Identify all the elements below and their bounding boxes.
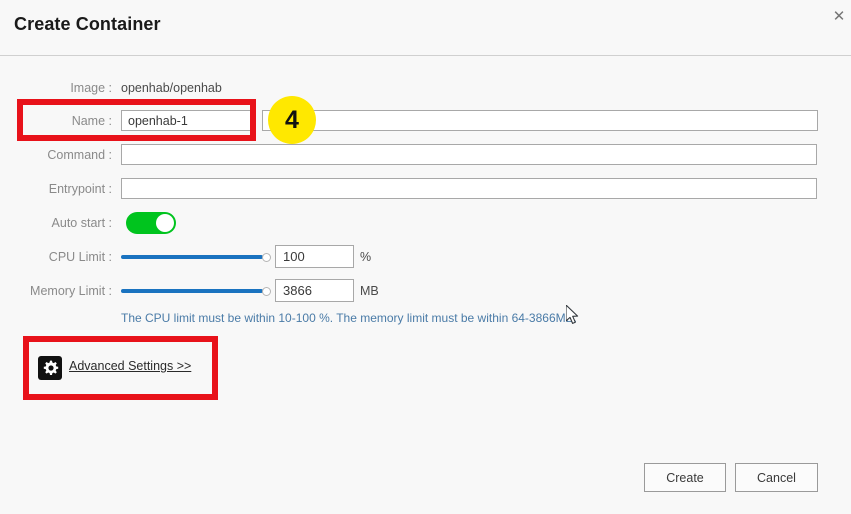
- memory-limit-unit: MB: [360, 284, 379, 298]
- limits-hint-text: The CPU limit must be within 10-100 %. T…: [121, 311, 577, 325]
- entrypoint-label: Entrypoint :: [48, 182, 112, 196]
- gear-icon: [38, 356, 62, 380]
- form-row-name-extension: [0, 108, 851, 134]
- image-label: Image :: [70, 81, 112, 95]
- entrypoint-input[interactable]: [121, 178, 817, 199]
- image-value: openhab/openhab: [121, 81, 222, 95]
- cpu-limit-slider[interactable]: [121, 253, 271, 262]
- memory-limit-input[interactable]: [275, 279, 354, 302]
- advanced-settings-label: Advanced Settings >>: [69, 359, 192, 373]
- form-row-command: Command :: [0, 142, 851, 168]
- memory-limit-slider[interactable]: [121, 287, 271, 296]
- cpu-limit-label: CPU Limit :: [48, 250, 112, 264]
- form-row-auto-start: Auto start :: [0, 210, 851, 236]
- auto-start-label: Auto start :: [51, 216, 112, 230]
- cpu-limit-unit: %: [360, 250, 372, 264]
- memory-slider-thumb[interactable]: [262, 287, 271, 296]
- cpu-limit-input[interactable]: [275, 245, 354, 268]
- create-container-dialog: Create Container ✕ Image : openhab/openh…: [0, 0, 851, 514]
- memory-slider-track: [121, 289, 263, 293]
- name-input-extension[interactable]: [262, 110, 818, 131]
- dialog-titlebar: Create Container ✕: [0, 0, 851, 56]
- form-row-image: Image : openhab/openhab: [0, 75, 851, 101]
- form-row-memory-limit: Memory Limit : MB: [0, 278, 851, 304]
- form-row-entrypoint: Entrypoint :: [0, 176, 851, 202]
- auto-start-toggle[interactable]: [126, 212, 176, 234]
- cpu-slider-thumb[interactable]: [262, 253, 271, 262]
- command-label: Command :: [47, 148, 112, 162]
- close-icon[interactable]: ✕: [828, 6, 850, 28]
- create-button[interactable]: Create: [644, 463, 726, 492]
- cancel-button[interactable]: Cancel: [735, 463, 818, 492]
- page-title: Create Container: [14, 14, 161, 34]
- cpu-slider-track: [121, 255, 263, 259]
- command-input[interactable]: [121, 144, 817, 165]
- toggle-knob: [156, 214, 174, 232]
- memory-limit-label: Memory Limit :: [30, 284, 112, 298]
- form-row-cpu-limit: CPU Limit : %: [0, 244, 851, 270]
